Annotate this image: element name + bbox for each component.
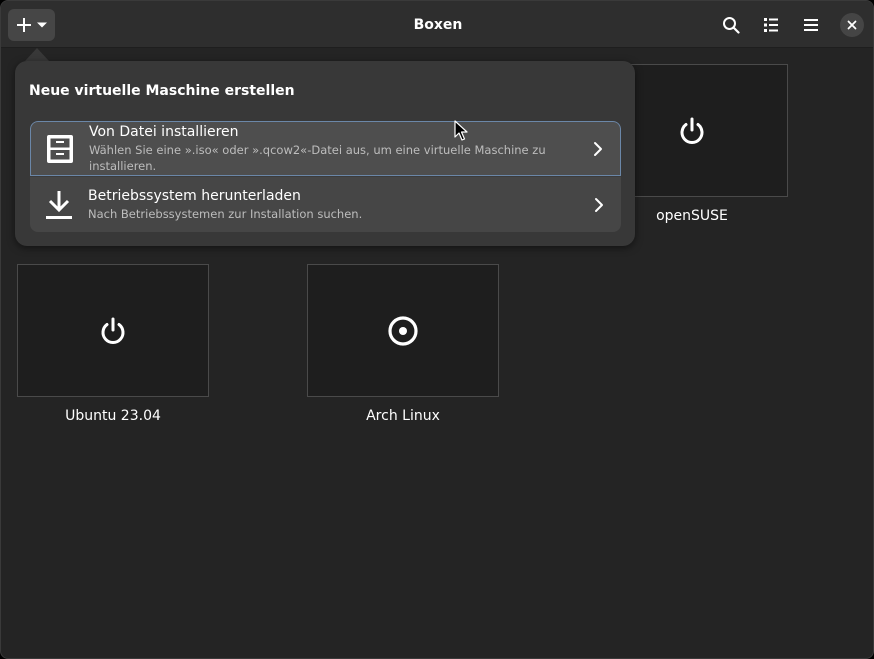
download-os-row[interactable]: Betriebssystem herunterladen Nach Betrie…: [30, 177, 621, 232]
vm-tile-ubuntu[interactable]: Ubuntu 23.04: [17, 264, 209, 424]
install-from-file-row[interactable]: Von Datei installieren Wählen Sie eine »…: [30, 121, 621, 176]
close-icon: [847, 20, 857, 30]
vm-thumbnail[interactable]: [307, 264, 499, 397]
power-icon: [680, 117, 704, 144]
file-cabinet-icon: [47, 134, 73, 163]
hamburger-menu-icon: [804, 19, 818, 31]
new-vm-popover: Neue virtuelle Maschine erstellen Von Da…: [15, 61, 635, 246]
row-subtitle: Nach Betriebssystemen zur Installation s…: [88, 207, 363, 221]
plus-icon: [16, 18, 31, 32]
vm-tile-arch-linux[interactable]: Arch Linux: [307, 264, 499, 424]
vm-name: Arch Linux: [366, 408, 440, 424]
pan-down-icon: [36, 22, 47, 28]
search-button[interactable]: [716, 10, 746, 40]
new-vm-menu-button[interactable]: [8, 9, 55, 41]
chevron-right-icon: [595, 197, 603, 212]
popover-title: Neue virtuelle Maschine erstellen: [29, 83, 295, 99]
view-list-icon: [764, 18, 778, 32]
download-icon: [46, 190, 72, 219]
header-bar: Boxen: [1, 1, 873, 48]
search-icon: [723, 17, 740, 34]
disc-icon: [388, 315, 418, 346]
boxes-window: Boxen openSUSE Ubuntu 23.04 Arch Linux N…: [0, 0, 874, 659]
row-title: Von Datei installieren: [89, 124, 239, 140]
create-options-list: Von Datei installieren Wählen Sie eine »…: [30, 121, 621, 232]
vm-name: Ubuntu 23.04: [65, 408, 161, 424]
list-view-button[interactable]: [756, 10, 786, 40]
popover-arrow: [25, 48, 49, 61]
close-window-button[interactable]: [840, 13, 864, 37]
mouse-cursor-icon: [454, 120, 468, 141]
chevron-right-icon: [594, 141, 602, 156]
row-title: Betriebssystem herunterladen: [88, 188, 301, 204]
vm-thumbnail[interactable]: [17, 264, 209, 397]
main-menu-button[interactable]: [796, 10, 826, 40]
power-icon: [101, 317, 125, 344]
row-subtitle: Wählen Sie eine ».iso« oder ».qcow2«-Dat…: [89, 143, 546, 173]
